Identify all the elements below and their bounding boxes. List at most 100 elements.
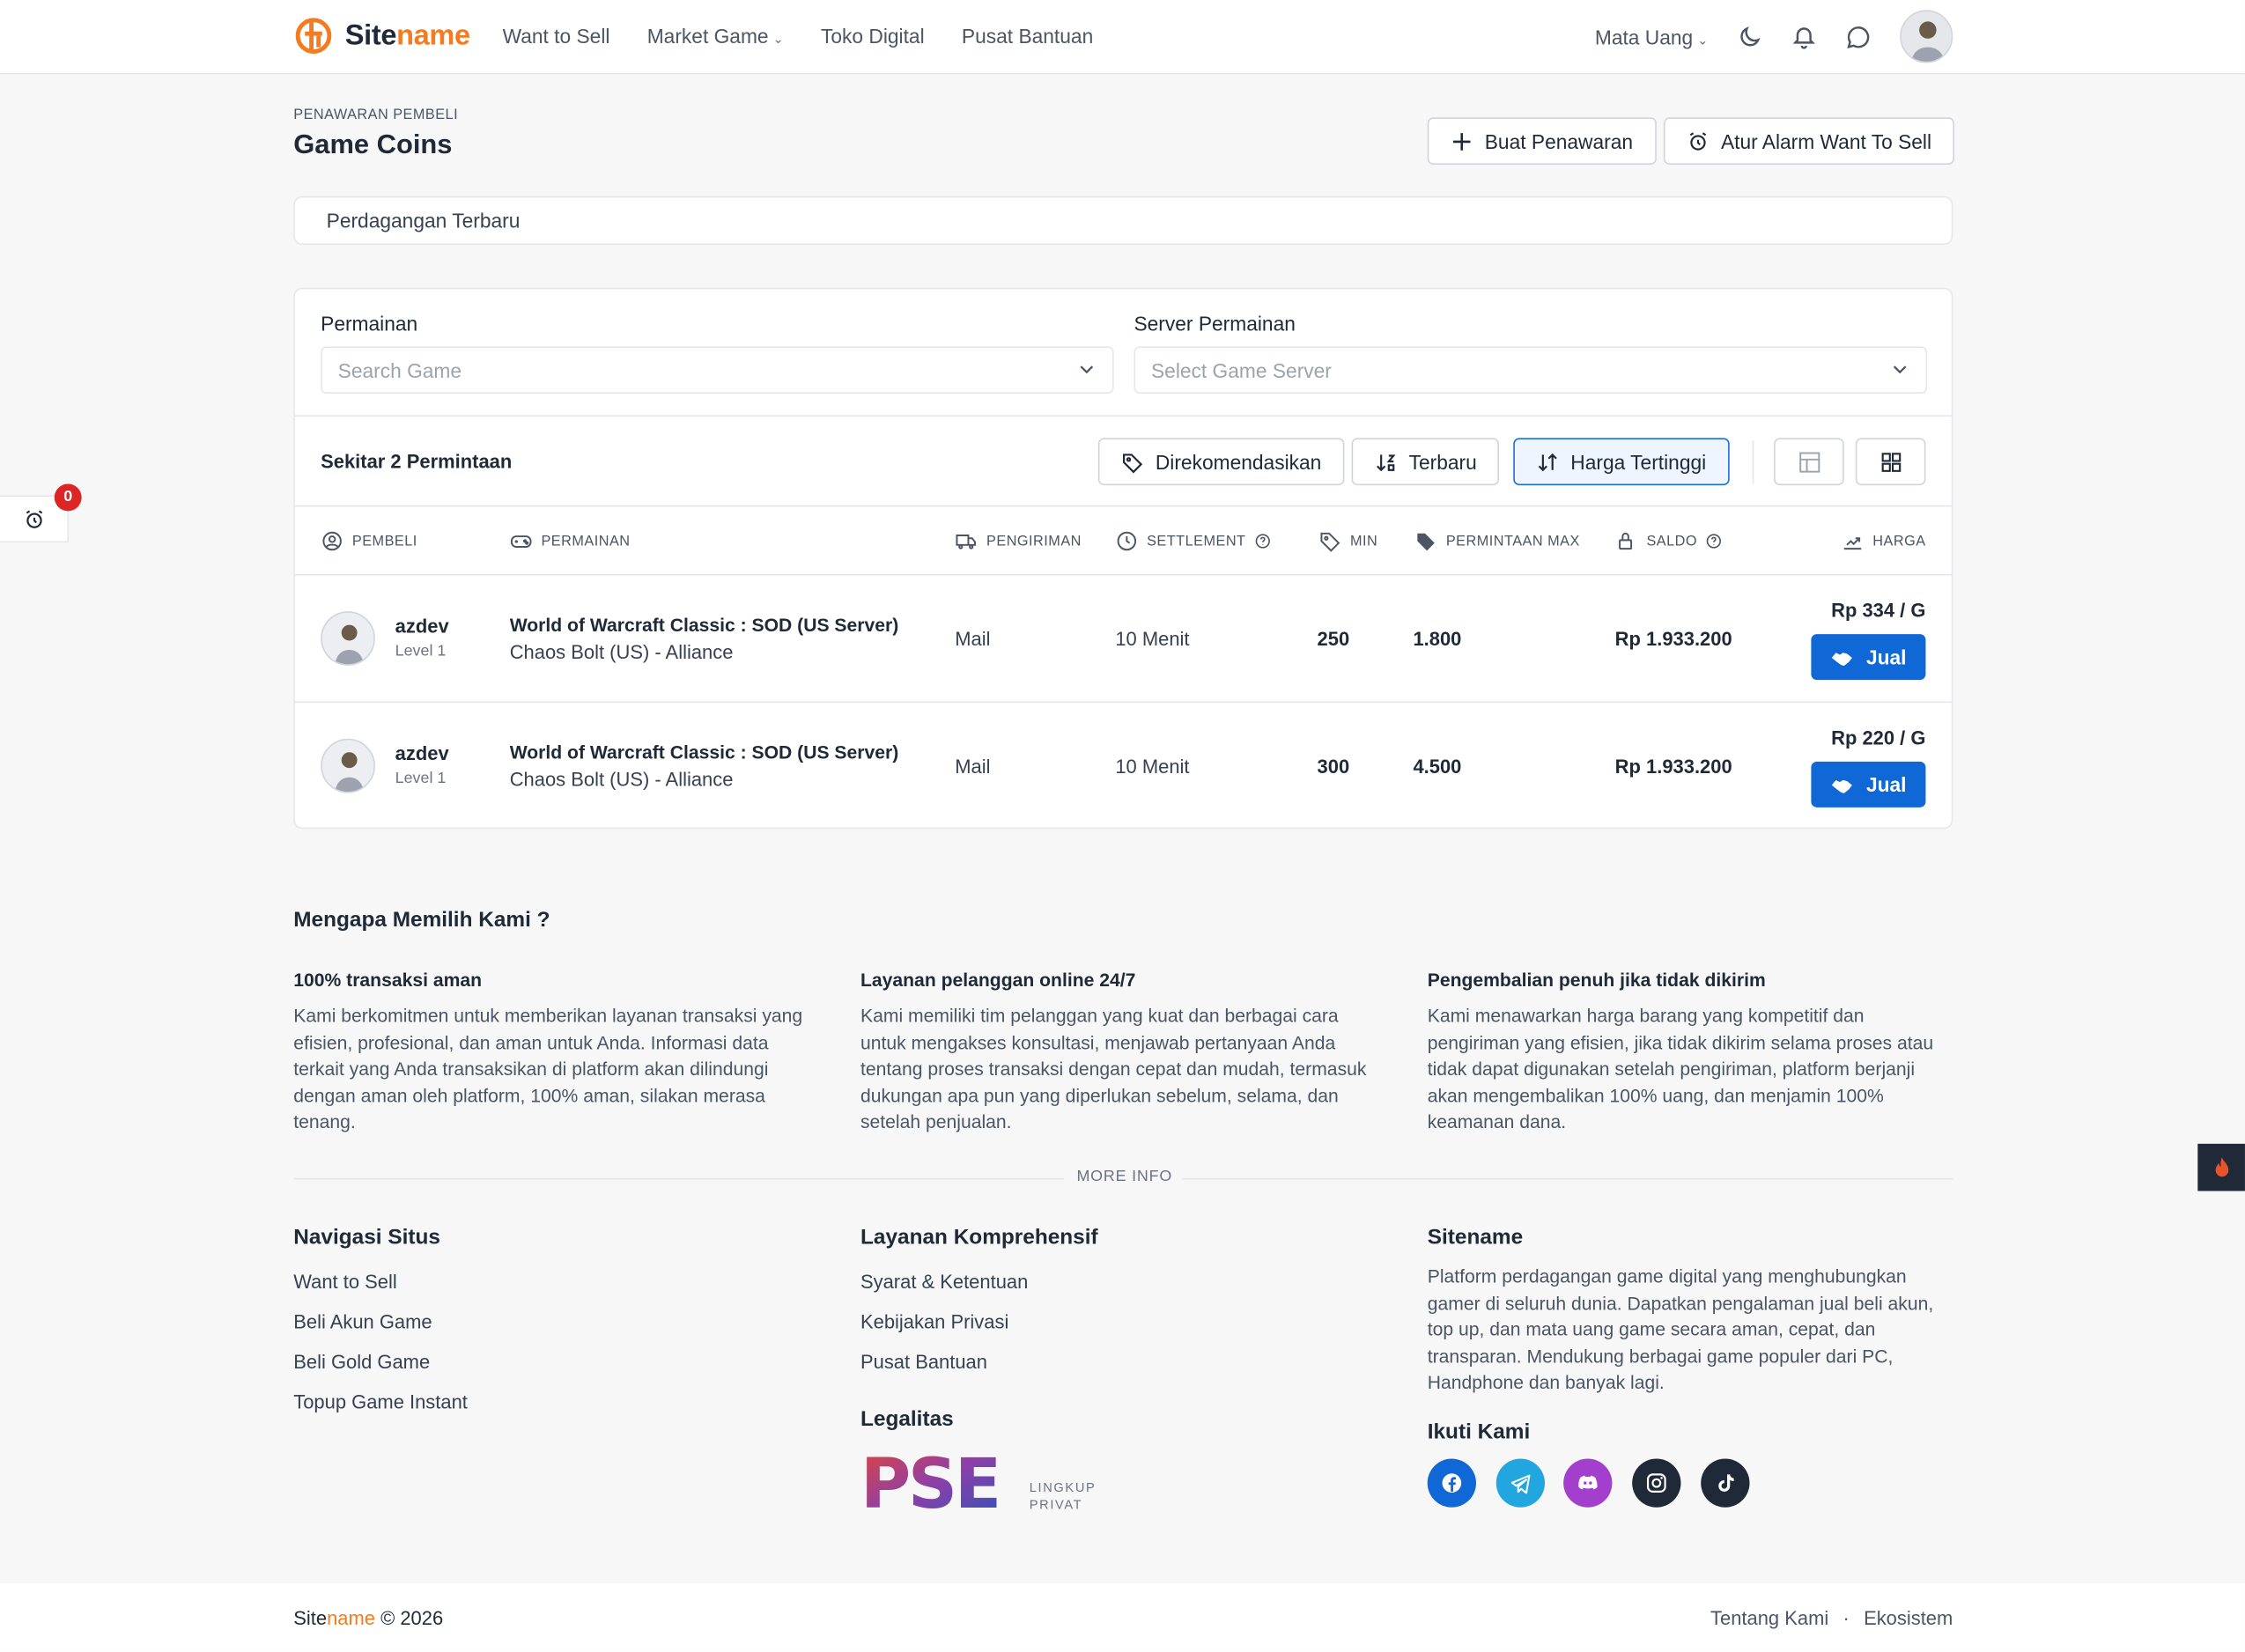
- telegram-button[interactable]: [1495, 1458, 1546, 1508]
- tiktok-icon: [1718, 1474, 1734, 1492]
- footer-link[interactable]: Want to Sell: [293, 1272, 397, 1293]
- instagram-button[interactable]: [1632, 1458, 1681, 1508]
- buyer-avatar[interactable]: [321, 611, 375, 666]
- nav-toko-digital[interactable]: Toko Digital: [821, 25, 925, 48]
- footer-link[interactable]: Topup Game Instant: [293, 1391, 468, 1412]
- game-server: Chaos Bolt (US) - Alliance: [509, 768, 734, 791]
- balance-value: Rp 1.933.200: [1614, 756, 1732, 778]
- more-info-label[interactable]: MORE INFO: [1076, 1168, 1172, 1185]
- footer-link-about[interactable]: Tentang Kami: [1710, 1608, 1828, 1629]
- game-filter-label: Permainan: [321, 312, 418, 336]
- logo-icon: [295, 18, 332, 54]
- facebook-button[interactable]: [1427, 1458, 1476, 1508]
- header-delivery: PENGIRIMAN: [955, 529, 1082, 552]
- nav-want-to-sell[interactable]: Want to Sell: [503, 25, 610, 48]
- why-item-text: Kami berkomitmen untuk memberikan layana…: [293, 1005, 803, 1132]
- balance-value: Rp 1.933.200: [1614, 628, 1732, 651]
- chevron-down-icon: ⌄: [1697, 32, 1709, 47]
- top-header: Sitename Want to Sell Market Game ⌄ Toko …: [0, 0, 2245, 75]
- bell-icon[interactable]: [1791, 24, 1817, 49]
- chevron-down-icon: [1893, 365, 1907, 374]
- game-search-select[interactable]: Search Game: [321, 346, 1114, 395]
- plus-icon: [1452, 132, 1471, 150]
- discord-button[interactable]: [1563, 1458, 1613, 1508]
- header-balance: SALDO: [1615, 529, 1724, 552]
- sell-button[interactable]: Jual: [1811, 761, 1926, 808]
- fire-icon: [2214, 1156, 2228, 1176]
- chat-icon[interactable]: [1845, 24, 1871, 49]
- max-qty: 4.500: [1413, 756, 1462, 778]
- price-chart-icon: [1843, 537, 1862, 550]
- footer-link[interactable]: Beli Gold Game: [293, 1352, 430, 1373]
- site-logo[interactable]: Sitename: [293, 16, 470, 56]
- bottom-footer: Sitename © 2026 Tentang Kami · Ekosistem: [0, 1582, 2245, 1652]
- moon-icon[interactable]: [1737, 24, 1762, 49]
- why-item-title: Pengembalian penuh jika tidak dikirim: [1427, 969, 1766, 991]
- divider: [1752, 440, 1754, 484]
- alarm-settings-button[interactable]: Atur Alarm Want To Sell: [1663, 117, 1955, 165]
- footer-link[interactable]: Beli Akun Game: [293, 1311, 432, 1332]
- game-name: World of Warcraft Classic : SOD (US Serv…: [509, 614, 899, 636]
- sort-recommended-button[interactable]: Direkomendasikan: [1097, 438, 1345, 486]
- buyer-name[interactable]: azdev: [395, 743, 449, 764]
- results-count: Sekitar 2 Permintaan: [321, 451, 513, 473]
- server-filter-label: Server Permainan: [1134, 312, 1296, 336]
- footer-link[interactable]: Pusat Bantuan: [860, 1352, 987, 1373]
- currency-selector[interactable]: Mata Uang ⌄: [1595, 25, 1708, 48]
- floating-hot-button[interactable]: [2197, 1143, 2245, 1191]
- tiktok-button[interactable]: [1701, 1458, 1750, 1508]
- header-actions: Mata Uang ⌄: [1595, 10, 1953, 63]
- settlement-time: 10 Menit: [1115, 756, 1190, 778]
- footer-service-title: Layanan Komprehensif: [860, 1225, 1098, 1250]
- footer-link[interactable]: Syarat & Ketentuan: [860, 1272, 1028, 1293]
- footer-link[interactable]: Kebijakan Privasi: [860, 1311, 1008, 1332]
- header-max-request: PERMINTAAN MAX: [1414, 529, 1580, 552]
- table-view-button[interactable]: [1774, 438, 1844, 486]
- footer-legal-title: Legalitas: [860, 1406, 954, 1432]
- header-price: HARGA: [1842, 529, 1926, 552]
- footer-link-ecosystem[interactable]: Ekosistem: [1864, 1608, 1953, 1629]
- tag-icon: [1320, 532, 1340, 552]
- min-qty: 250: [1317, 628, 1350, 651]
- create-offer-button[interactable]: Buat Penawaran: [1427, 117, 1657, 165]
- buyer-avatar[interactable]: [321, 738, 375, 793]
- truck-icon: [956, 534, 977, 549]
- clock-icon: [1117, 531, 1137, 551]
- sell-button[interactable]: Jual: [1811, 634, 1926, 681]
- alarm-clock-icon: [1689, 131, 1707, 150]
- tag-filled-icon: [1417, 533, 1435, 551]
- why-item-text: Kami memiliki tim pelanggan yang kuat da…: [860, 1005, 1367, 1132]
- min-qty: 300: [1317, 756, 1350, 778]
- recent-trades-bar[interactable]: Perdagangan Terbaru: [293, 195, 1953, 245]
- buyer-name[interactable]: azdev: [395, 616, 449, 637]
- breadcrumb: PENAWARAN PEMBELI: [293, 107, 459, 123]
- telegram-icon: [1510, 1473, 1530, 1493]
- delivery-method: Mail: [955, 628, 991, 651]
- table-icon: [1798, 451, 1820, 472]
- nav-market-game[interactable]: Market Game ⌄: [647, 25, 784, 48]
- header-min: MIN: [1318, 529, 1377, 552]
- pse-logo-sub: LINGKUP: [1030, 1481, 1097, 1495]
- sort-desc-icon: [1377, 454, 1396, 471]
- table-row: azdev Level 1 World of Warcraft Classic …: [295, 703, 1952, 829]
- why-item-title: Layanan pelanggan online 24/7: [860, 969, 1136, 991]
- help-icon[interactable]: [1254, 533, 1272, 550]
- footer-separator: ·: [1843, 1607, 1850, 1629]
- sort-highest-price-button[interactable]: Harga Tertinggi: [1513, 438, 1730, 486]
- alarm-count-badge: 0: [54, 483, 82, 512]
- table-row: azdev Level 1 World of Warcraft Classic …: [295, 575, 1952, 701]
- wallet-lock-icon: [1619, 532, 1633, 550]
- pse-logo-sub: PRIVAT: [1030, 1498, 1082, 1512]
- grid-icon: [1880, 452, 1901, 472]
- sort-newest-button[interactable]: Terbaru: [1351, 438, 1500, 486]
- header-settlement: SETTLEMENT: [1115, 529, 1271, 552]
- handshake-icon: [1832, 779, 1853, 793]
- pse-logo[interactable]: PSE LINGKUP PRIVAT: [860, 1445, 1104, 1524]
- header-game: PERMAINAN: [510, 529, 631, 552]
- user-avatar[interactable]: [1900, 10, 1953, 63]
- divider: [294, 415, 1952, 417]
- grid-view-button[interactable]: [1855, 438, 1926, 486]
- server-select[interactable]: Select Game Server: [1134, 346, 1928, 395]
- help-icon[interactable]: [1706, 533, 1724, 550]
- nav-pusat-bantuan[interactable]: Pusat Bantuan: [962, 25, 1093, 48]
